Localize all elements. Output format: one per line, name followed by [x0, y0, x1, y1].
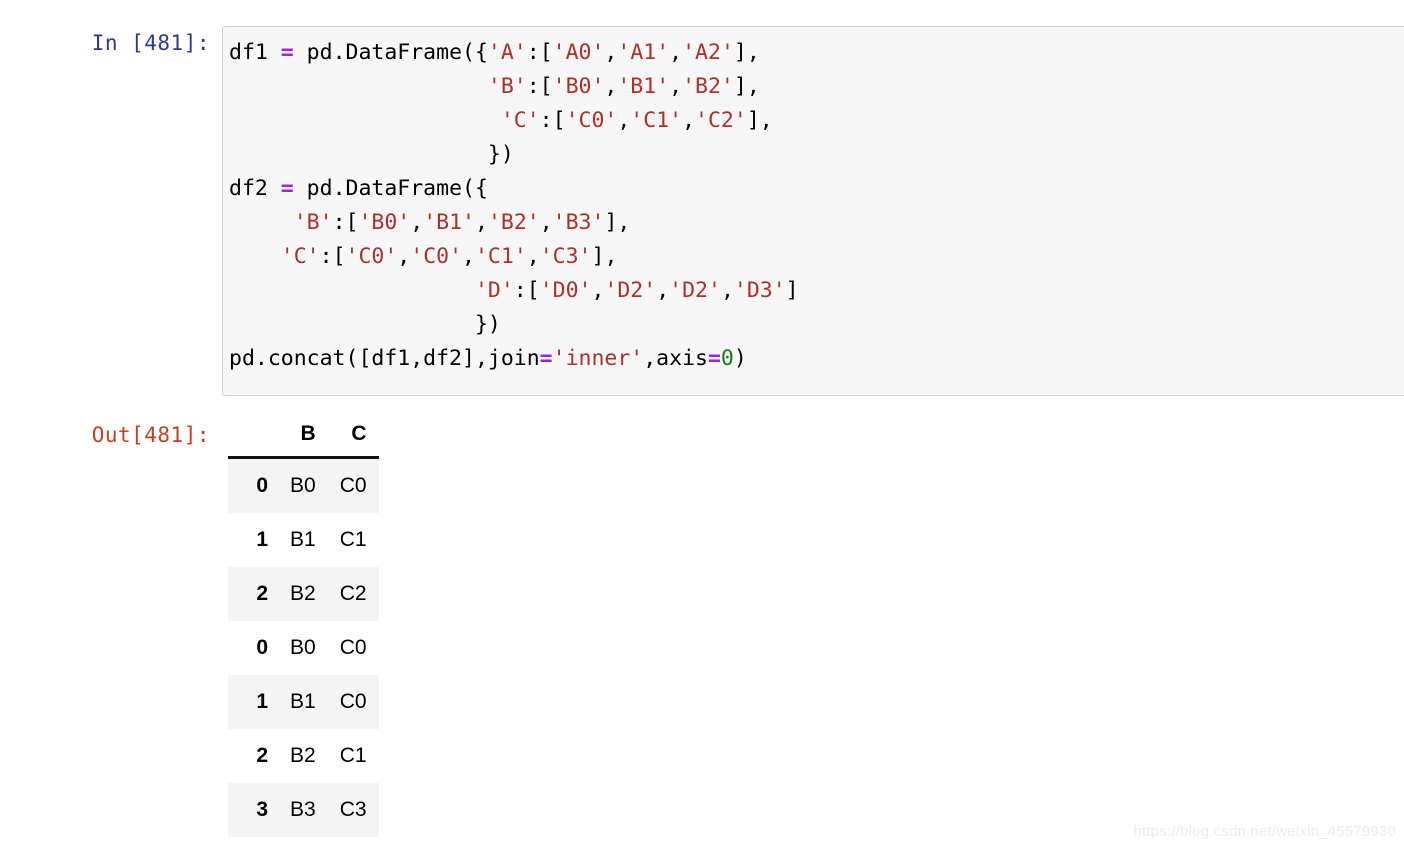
input-prompt-label: In [481]:: [91, 31, 210, 55]
dataframe-table: BC 0 B0 C0 1 B1 C1 2 B2 C2 0 B0 C0 1 B1 C0 2 B2 C1 3 B3 C3: [228, 418, 379, 837]
table-row: 1 B1 C1: [228, 513, 379, 567]
column-header-c: C: [327, 418, 379, 459]
watermark-text: https://blog.csdn.net/weixin_45579930: [1133, 823, 1396, 840]
table-cell: C1: [339, 744, 367, 767]
table-cell: C0: [339, 636, 367, 659]
table-row: 1 B1 C0: [228, 675, 379, 729]
table-header-row: BC: [228, 418, 379, 459]
row-index-label: 1: [256, 528, 268, 551]
table-cell: B2: [290, 582, 316, 605]
row-index-label: 3: [256, 798, 268, 821]
row-index-label: 2: [256, 744, 268, 767]
table-cell: B1: [290, 528, 316, 551]
table-cell: C1: [339, 528, 367, 551]
table-row: 0 B0 C0: [228, 621, 379, 675]
row-index-label: 1: [256, 690, 268, 713]
table-cell: C0: [339, 474, 367, 497]
table-row: 2 B2 C1: [228, 729, 379, 783]
index-column-header: [228, 418, 278, 459]
table-row: 2 B2 C2: [228, 567, 379, 621]
table-cell: B1: [290, 690, 316, 713]
table-cell: B0: [290, 636, 316, 659]
table-row: 3 B3 C3: [228, 783, 379, 837]
row-index-label: 2: [256, 582, 268, 605]
table-cell: B0: [290, 474, 316, 497]
output-area: BC 0 B0 C0 1 B1 C1 2 B2 C2 0 B0 C0 1 B1 C0 2 B2 C1 3 B3 C3: [222, 418, 1404, 837]
notebook-output-cell: Out[481]: BC 0 B0 C0 1 B1 C1 2 B2 C2 0 B0 C0 1 B1 C0 2 B…: [0, 418, 1404, 837]
table-cell: C2: [339, 582, 367, 605]
table-cell: B2: [290, 744, 316, 767]
column-header-b: B: [278, 418, 328, 459]
output-prompt-label: Out[481]:: [91, 423, 210, 447]
row-index-label: 0: [256, 636, 268, 659]
dataframe-head: BC: [228, 418, 379, 459]
table-cell: C0: [339, 690, 367, 713]
row-index-label: 0: [256, 474, 268, 497]
notebook-input-cell: In [481]: df1 = pd.DataFrame({'A':['A0',…: [0, 26, 1404, 396]
code-source[interactable]: df1 = pd.DataFrame({'A':['A0','A1','A2']…: [229, 36, 1404, 376]
table-cell: B3: [290, 798, 316, 821]
table-row: 0 B0 C0: [228, 457, 379, 513]
code-editor-area[interactable]: df1 = pd.DataFrame({'A':['A0','A1','A2']…: [222, 26, 1404, 396]
dataframe-body: 0 B0 C0 1 B1 C1 2 B2 C2 0 B0 C0 1 B1 C0 2 B2 C1 3 B3 C3: [228, 457, 379, 837]
table-cell: C3: [339, 798, 367, 821]
